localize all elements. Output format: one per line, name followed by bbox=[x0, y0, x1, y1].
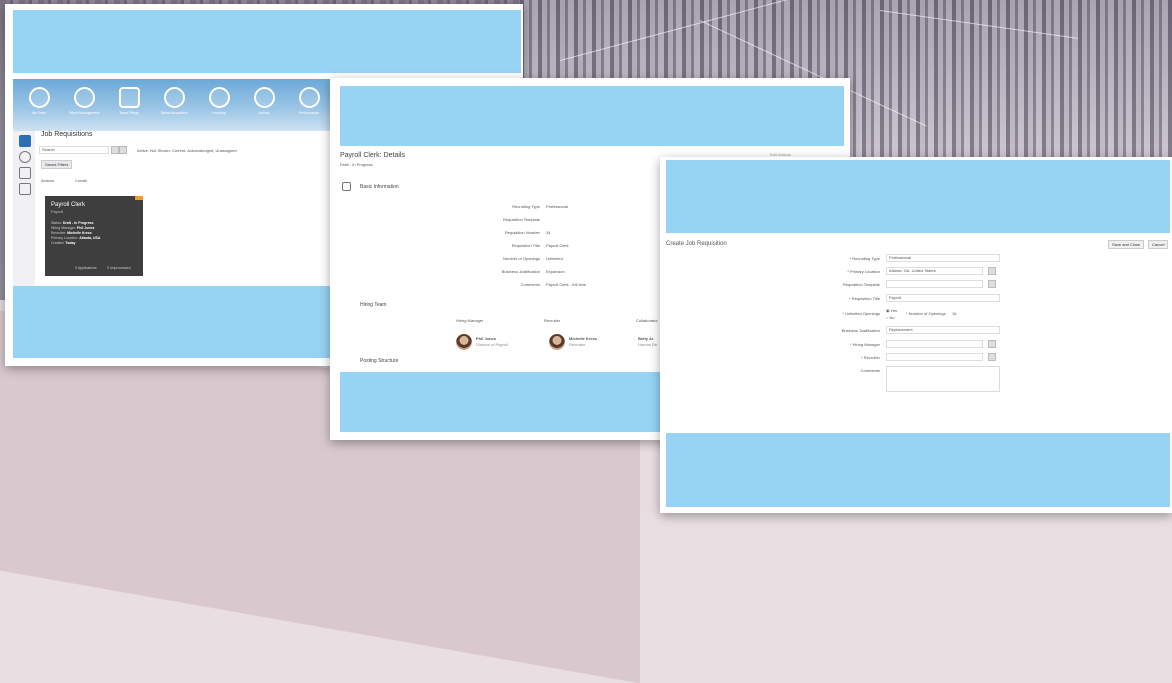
field-label: Requisition Template bbox=[502, 217, 540, 222]
requisition-title-input[interactable]: Payroll bbox=[886, 294, 1000, 302]
left-sidebar bbox=[13, 131, 35, 286]
cancel-button[interactable]: Cancel bbox=[1148, 240, 1169, 249]
team-header: Recruiter bbox=[544, 318, 561, 323]
team-member-name[interactable]: Betty Ar bbox=[638, 336, 653, 341]
field-value: Expansion bbox=[546, 269, 565, 274]
card-subtitle: Payroll bbox=[51, 209, 64, 214]
field-value: Unlimited bbox=[546, 256, 563, 261]
field-label: Business Justification bbox=[841, 328, 880, 333]
search-icon[interactable] bbox=[19, 151, 31, 163]
field-label: Number of Openings bbox=[503, 256, 540, 261]
section-posting-structure[interactable]: Posting Structure bbox=[360, 358, 398, 364]
nav-item-performance[interactable]: Performance bbox=[289, 87, 329, 115]
performance-icon bbox=[298, 87, 320, 108]
redacted-header-block bbox=[13, 10, 521, 73]
field-value: Payroll Clerk - full time bbox=[546, 282, 587, 287]
field-label: Requisition Number bbox=[504, 230, 540, 235]
field-value: 34 bbox=[546, 230, 551, 235]
field-label: Recruiting Type bbox=[512, 204, 540, 209]
create-button[interactable]: Create bbox=[75, 178, 87, 183]
field-label: Comments bbox=[860, 368, 880, 373]
field-label: Business Justification bbox=[501, 269, 540, 274]
recruiter-search-icon[interactable] bbox=[988, 353, 996, 361]
save-and-close-button[interactable]: Save and Close bbox=[1108, 240, 1145, 249]
team-icon bbox=[28, 87, 50, 108]
openings-radio-no[interactable]: ○ No bbox=[886, 315, 895, 320]
filter-icon[interactable] bbox=[119, 146, 127, 154]
hiring-manager-input[interactable] bbox=[886, 340, 983, 348]
nav-item-talent-management[interactable]: Talent Management bbox=[64, 87, 104, 115]
details-title: Payroll Clerk: Details bbox=[340, 152, 405, 159]
create-title: Create Job Requisition bbox=[666, 241, 727, 247]
talent-icon bbox=[73, 87, 95, 108]
field-label: * Recruiter bbox=[861, 355, 880, 360]
home-icon[interactable] bbox=[19, 135, 31, 147]
field-value: Professional bbox=[546, 204, 569, 209]
acquisition-icon bbox=[163, 87, 185, 108]
team-header: Hiring Manager bbox=[456, 318, 484, 323]
template-search-icon[interactable] bbox=[988, 280, 996, 288]
team-header: Collaborator bbox=[636, 318, 658, 323]
field-label: * Hiring Manager bbox=[849, 342, 880, 347]
details-status: Draft - In Progress bbox=[340, 162, 373, 167]
list-icon[interactable] bbox=[19, 167, 31, 179]
business-justification-select[interactable]: Replacement bbox=[886, 326, 1000, 334]
redacted-header-block bbox=[666, 160, 1170, 233]
filter-chips: Active, Not Shown: Current, Acknowledged… bbox=[137, 148, 237, 153]
field-label: Requisition Template bbox=[842, 282, 880, 287]
comments-textarea[interactable] bbox=[886, 366, 1000, 392]
card-row: Created: Today bbox=[51, 241, 76, 245]
card-applications[interactable]: 0 Applications bbox=[75, 266, 97, 270]
card-details: Status: Draft - In Progress Hiring Manag… bbox=[51, 221, 135, 246]
search-button[interactable] bbox=[111, 146, 119, 154]
nav-item-talent-acquisition[interactable]: Talent Acquisition bbox=[154, 87, 194, 115]
team-member-name[interactable]: Phil Jones bbox=[476, 336, 496, 341]
section-nav-icon[interactable] bbox=[342, 182, 351, 191]
recruiting-type-select[interactable]: Professional bbox=[886, 254, 1000, 262]
field-label: Requisition Title bbox=[511, 243, 540, 248]
primary-location-input[interactable]: Atlanta, GA, United States bbox=[886, 267, 983, 275]
field-value: Payroll Clerk bbox=[546, 243, 569, 248]
requisition-card[interactable]: Payroll Clerk Payroll Status: Draft - In… bbox=[45, 196, 143, 276]
create-requisition-window: Create Job Requisition Save and Close Ca… bbox=[660, 157, 1172, 513]
tasks-icon[interactable] bbox=[19, 183, 31, 195]
page-title: Job Requisitions bbox=[41, 131, 93, 138]
number-of-openings-label: * Number of Openings bbox=[906, 311, 946, 316]
card-unprocessed[interactable]: 0 Unprocessed bbox=[107, 266, 131, 270]
team-member-role: Recruiter bbox=[569, 342, 586, 347]
field-label: * Requisition Title bbox=[849, 296, 880, 301]
nav-item-learning[interactable]: Learning bbox=[199, 87, 239, 115]
team-member-name[interactable]: Michelle Kress bbox=[569, 336, 597, 341]
search-input[interactable]: Search bbox=[39, 146, 109, 154]
location-search-icon[interactable] bbox=[988, 267, 996, 275]
redacted-footer-block bbox=[666, 433, 1170, 507]
hiring-manager-search-icon[interactable] bbox=[988, 340, 996, 348]
field-label: * Unlimited Openings bbox=[842, 311, 880, 316]
field-label: * Primary Location bbox=[847, 269, 880, 274]
number-of-openings-input[interactable]: 16 bbox=[952, 311, 956, 316]
saved-filters-button[interactable]: Saved Filters bbox=[41, 160, 73, 169]
section-basic-information[interactable]: Basic Information bbox=[360, 184, 399, 190]
nav-item-me-team[interactable]: Me Team bbox=[19, 87, 59, 115]
field-label: * Recruiting Type bbox=[849, 256, 880, 261]
avatar[interactable] bbox=[456, 334, 472, 350]
card-title: Payroll Clerk bbox=[51, 202, 86, 208]
team-member-role: Human Re bbox=[638, 342, 658, 347]
recruiter-input[interactable] bbox=[886, 353, 983, 361]
actions-menu[interactable]: Actions bbox=[41, 178, 54, 183]
filings-icon bbox=[118, 87, 140, 108]
section-hiring-team[interactable]: Hiring Team bbox=[360, 302, 387, 308]
requisition-template-input[interactable] bbox=[886, 280, 983, 288]
nav-item-actions[interactable]: Actions bbox=[244, 87, 284, 115]
nav-item-team-filings[interactable]: Team Filings bbox=[109, 87, 149, 115]
avatar[interactable] bbox=[549, 334, 565, 350]
field-label: Comments bbox=[520, 282, 540, 287]
learning-icon bbox=[208, 87, 230, 108]
card-flag bbox=[135, 196, 143, 200]
openings-radio-yes[interactable]: ◉ Yes bbox=[886, 308, 897, 313]
team-member-role: Director of Payroll bbox=[476, 342, 508, 347]
redacted-header-block bbox=[340, 86, 844, 146]
actions-icon bbox=[253, 87, 275, 108]
